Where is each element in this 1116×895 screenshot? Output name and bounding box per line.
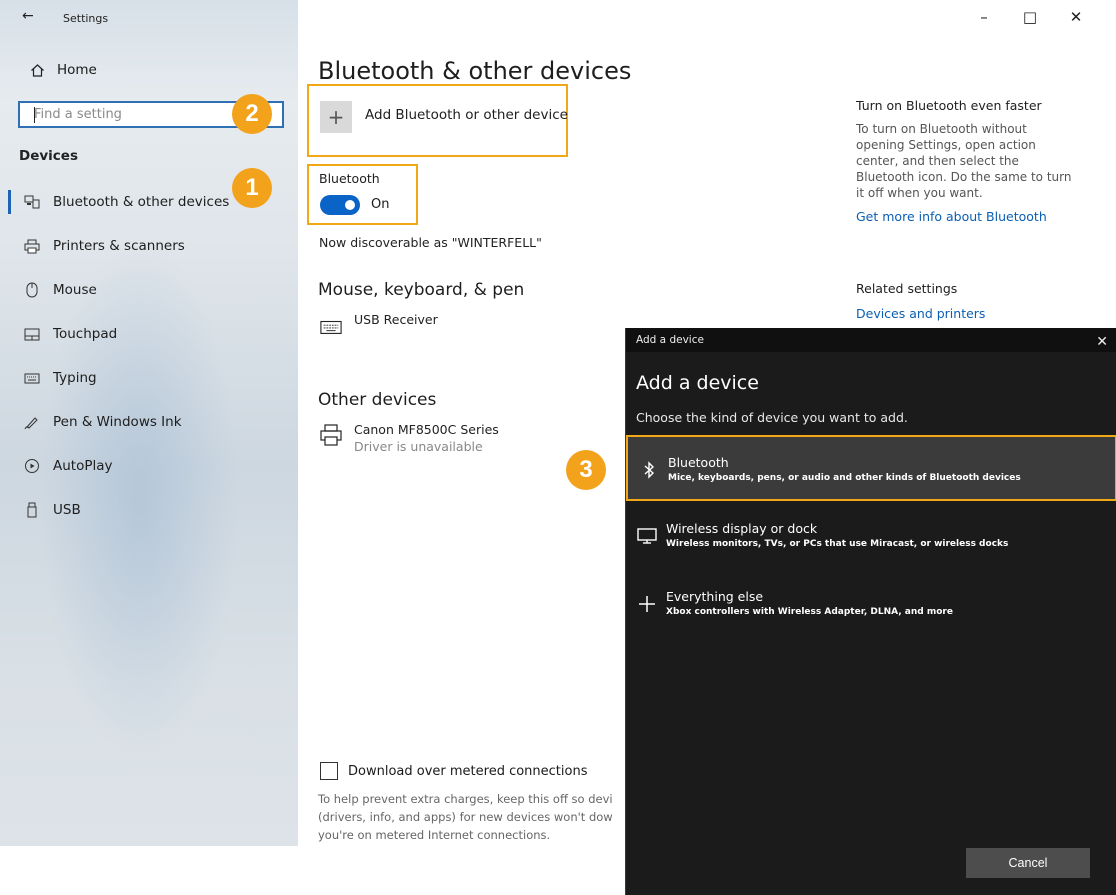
dialog-titlebar: Add a device ✕ xyxy=(626,328,1116,352)
close-icon[interactable]: ✕ xyxy=(1066,8,1086,26)
home-icon xyxy=(30,63,45,78)
callout-badge-2: 2 xyxy=(232,94,272,134)
bluetooth-icon xyxy=(638,459,660,481)
sidebar-item-printers[interactable]: Printers & scanners xyxy=(0,224,298,268)
sidebar-nav: Bluetooth & other devices Printers & sca… xyxy=(0,180,298,532)
sidebar-item-label: Typing xyxy=(53,370,97,386)
option-title: Bluetooth xyxy=(668,455,729,470)
devices-and-printers-link[interactable]: Devices and printers xyxy=(856,306,985,321)
add-device-plus-icon[interactable]: + xyxy=(320,101,352,133)
metered-connections-checkbox[interactable] xyxy=(320,762,338,780)
printer-icon xyxy=(320,424,342,446)
side-panel-title: Turn on Bluetooth even faster xyxy=(856,98,1042,113)
device-usb-receiver[interactable]: USB Receiver xyxy=(320,312,438,338)
bluetooth-toggle[interactable] xyxy=(320,195,360,215)
usb-icon xyxy=(23,502,40,519)
option-description: Xbox controllers with Wireless Adapter, … xyxy=(666,607,953,617)
sidebar-item-usb[interactable]: USB xyxy=(0,488,298,532)
option-description: Wireless monitors, TVs, or PCs that use … xyxy=(666,539,1009,549)
device-canon-printer[interactable]: Canon MF8500C Series Driver is unavailab… xyxy=(320,422,499,454)
related-settings: Related settings Devices and printers xyxy=(856,281,985,321)
sidebar-item-label: Printers & scanners xyxy=(53,238,185,254)
cancel-button[interactable]: Cancel xyxy=(966,848,1090,878)
sidebar-item-typing[interactable]: Typing xyxy=(0,356,298,400)
touchpad-icon xyxy=(23,326,40,343)
related-settings-title: Related settings xyxy=(856,281,958,296)
bluetooth-devices-icon xyxy=(23,194,40,211)
sidebar-item-mouse[interactable]: Mouse xyxy=(0,268,298,312)
metered-connections-label: Download over metered connections xyxy=(348,763,588,779)
option-wireless-display[interactable]: Wireless display or dock Wireless monito… xyxy=(626,503,1116,569)
add-device-dialog: Add a device ✕ Add a device Choose the k… xyxy=(625,328,1116,895)
sidebar-item-label: Pen & Windows Ink xyxy=(53,414,182,430)
printer-icon xyxy=(23,238,40,255)
device-name: Canon MF8500C Series xyxy=(354,422,499,437)
maximize-icon[interactable]: □ xyxy=(1020,8,1040,26)
section-label-devices: Devices xyxy=(19,148,78,164)
home-nav-item[interactable]: Home xyxy=(30,62,97,78)
option-bluetooth[interactable]: Bluetooth Mice, keyboards, pens, or audi… xyxy=(626,435,1116,501)
dialog-heading: Add a device xyxy=(636,372,759,394)
autoplay-icon xyxy=(23,458,40,475)
sidebar-item-label: Bluetooth & other devices xyxy=(53,194,230,210)
monitor-icon xyxy=(636,525,658,547)
section-title-mouse-keyboard: Mouse, keyboard, & pen xyxy=(318,280,525,300)
pen-icon xyxy=(23,414,40,431)
sidebar-item-touchpad[interactable]: Touchpad xyxy=(0,312,298,356)
search-placeholder: Find a setting xyxy=(34,107,122,122)
sidebar-item-label: USB xyxy=(53,502,81,518)
option-description: Mice, keyboards, pens, or audio and othe… xyxy=(668,473,1021,483)
sidebar-item-label: AutoPlay xyxy=(53,458,113,474)
callout-badge-1: 1 xyxy=(232,168,272,208)
option-everything-else[interactable]: Everything else Xbox controllers with Wi… xyxy=(626,571,1116,637)
bluetooth-state: On xyxy=(371,197,390,212)
minimize-icon[interactable]: – xyxy=(974,8,994,26)
device-status: Driver is unavailable xyxy=(354,439,483,454)
dialog-close-icon[interactable]: ✕ xyxy=(1096,330,1108,354)
dialog-subtitle: Choose the kind of device you want to ad… xyxy=(636,410,908,425)
text-caret xyxy=(34,107,35,123)
keyboard-icon xyxy=(23,370,40,387)
side-panel-text: To turn on Bluetooth without opening Set… xyxy=(856,122,1072,200)
discoverable-text: Now discoverable as "WINTERFELL" xyxy=(319,235,542,250)
option-title: Wireless display or dock xyxy=(666,521,818,536)
sidebar-item-autoplay[interactable]: AutoPlay xyxy=(0,444,298,488)
option-title: Everything else xyxy=(666,589,764,604)
keyboard-icon xyxy=(320,316,342,338)
window-title: Settings xyxy=(63,12,109,25)
window-controls: – □ ✕ xyxy=(974,8,1086,26)
home-label: Home xyxy=(57,62,97,78)
metered-help-text: To help prevent extra charges, keep this… xyxy=(318,792,613,842)
sidebar-item-label: Touchpad xyxy=(53,326,118,342)
metered-connections-row: Download over metered connections xyxy=(320,762,587,780)
plus-icon xyxy=(636,593,658,615)
section-title-other-devices: Other devices xyxy=(318,390,437,410)
page-title: Bluetooth & other devices xyxy=(318,57,632,85)
add-device-button[interactable]: Add Bluetooth or other device xyxy=(365,107,568,123)
bluetooth-label: Bluetooth xyxy=(319,171,380,186)
mouse-icon xyxy=(23,282,40,299)
sidebar-item-label: Mouse xyxy=(53,282,97,298)
callout-badge-3: 3 xyxy=(566,450,606,490)
back-arrow-icon[interactable]: ← xyxy=(22,8,34,24)
dialog-title: Add a device xyxy=(636,334,704,346)
bluetooth-info-link[interactable]: Get more info about Bluetooth xyxy=(856,209,1076,224)
sidebar-item-pen[interactable]: Pen & Windows Ink xyxy=(0,400,298,444)
side-panel-tips: Turn on Bluetooth even faster To turn on… xyxy=(856,98,1076,224)
device-name: USB Receiver xyxy=(354,312,438,327)
